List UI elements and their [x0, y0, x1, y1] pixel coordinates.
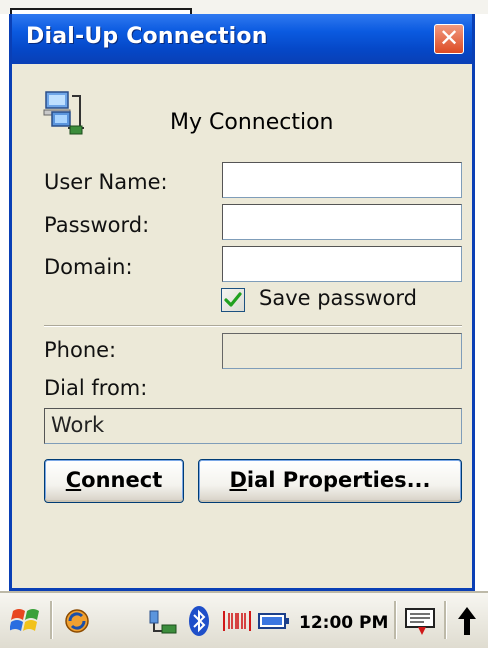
network-icon[interactable] [148, 609, 178, 635]
username-label: User Name: [44, 170, 168, 194]
checkmark-icon [224, 292, 242, 307]
battery-icon[interactable] [258, 611, 290, 631]
save-password-checkbox[interactable] [221, 288, 245, 312]
bluetooth-icon[interactable] [188, 605, 210, 637]
desktop-background [0, 0, 488, 18]
close-icon: ✕ [438, 24, 460, 52]
dialup-window: Dial-Up Connection ✕ My Connection User … [9, 14, 475, 591]
sync-icon[interactable] [62, 607, 92, 635]
connect-label-rest: onnect [81, 468, 163, 492]
phone-field [222, 333, 462, 369]
domain-label: Domain: [44, 255, 133, 279]
window-title: Dial-Up Connection [26, 24, 268, 49]
username-field[interactable] [222, 162, 462, 198]
phone-label: Phone: [44, 338, 117, 362]
password-label: Password: [44, 213, 150, 237]
password-field[interactable] [222, 204, 462, 240]
connect-mnemonic: C [65, 468, 82, 492]
network-computers-icon [43, 91, 84, 135]
section-divider [44, 325, 462, 327]
start-flag-icon[interactable] [10, 605, 44, 635]
dial-properties-label-rest: ial Properties... [246, 468, 431, 492]
domain-field[interactable] [222, 246, 462, 282]
taskbar-separator [50, 601, 53, 639]
taskbar-separator [444, 601, 447, 639]
clock[interactable]: 12:00 PM [299, 613, 388, 633]
dial-from-field[interactable]: Work [44, 408, 462, 444]
up-arrow-icon[interactable] [456, 605, 478, 637]
close-button[interactable]: ✕ [434, 24, 464, 54]
connect-button[interactable]: Connect [44, 459, 184, 503]
barcode-scanner-icon[interactable] [222, 607, 252, 635]
dial-from-label: Dial from: [44, 376, 148, 400]
dial-properties-mnemonic: D [229, 468, 247, 492]
save-password-label[interactable]: Save password [259, 286, 417, 310]
title-bar[interactable]: Dial-Up Connection ✕ [12, 14, 472, 64]
taskbar-separator [394, 601, 397, 639]
dial-from-value: Work [51, 413, 105, 437]
connection-name: My Connection [170, 110, 334, 135]
taskbar: 12:00 PM [0, 591, 488, 648]
keyboard-icon[interactable] [404, 605, 438, 637]
dial-properties-button[interactable]: Dial Properties... [198, 459, 462, 503]
